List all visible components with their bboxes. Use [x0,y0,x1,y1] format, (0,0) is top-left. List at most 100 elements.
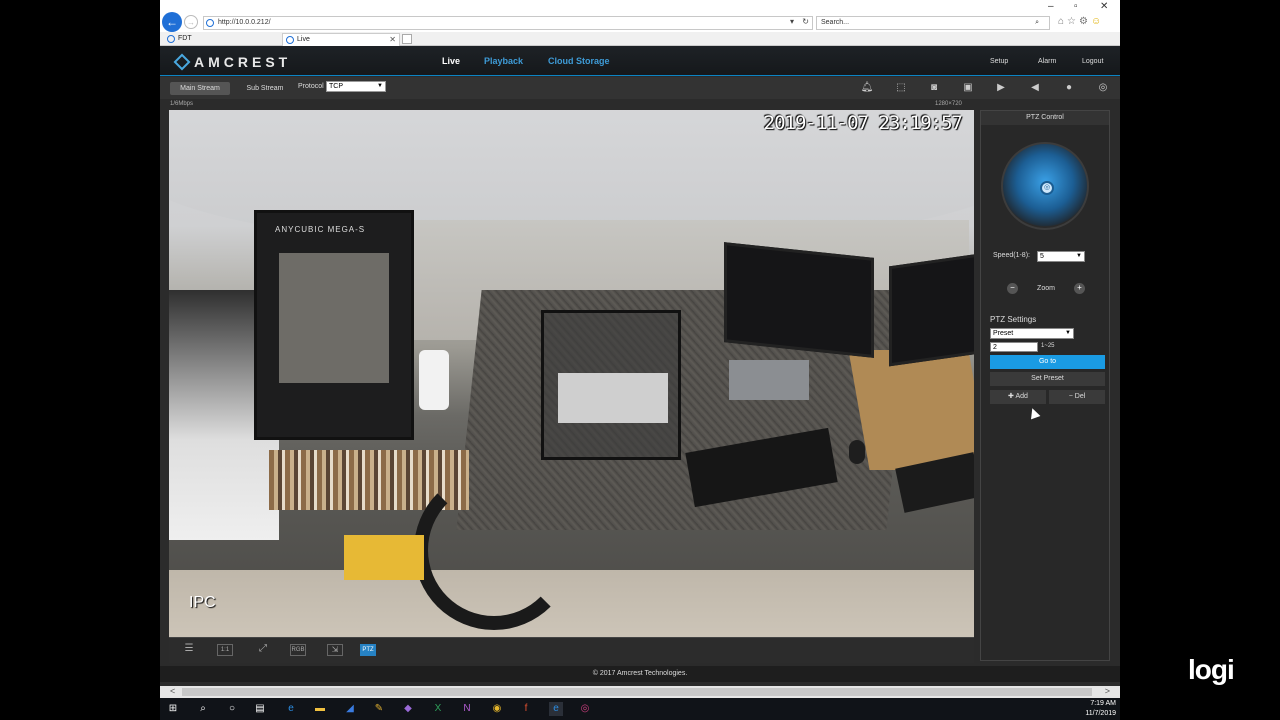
speaker-mute-icon[interactable]: ◀ [1028,82,1042,94]
printer-brand-text: ANYCUBIC MEGA-S [275,225,366,234]
windows-taskbar: ⊞ ⌕ ○ ▤ e ▬ ◢ ✎ ◆ X N ◉ f e ◎ 7:19 AM 11… [160,698,1120,720]
task-view-icon[interactable]: ▤ [253,702,267,716]
alarm-bell-icon[interactable]: 🔔︎ [860,82,874,94]
add-preset-button[interactable]: ✚ Add [990,390,1046,404]
amcrest-app: AMCREST Live Playback Cloud Storage Setu… [160,46,1120,686]
preset-value: Preset [993,330,1014,337]
close-tab-icon[interactable]: ✕ [389,34,396,46]
cortana-icon[interactable]: ○ [225,702,239,716]
back-button[interactable]: ← [162,12,182,32]
dropdown-icon[interactable]: ▾ [790,17,794,26]
new-tab-button[interactable] [402,34,412,44]
chevron-down-icon: ▼ [1076,253,1082,259]
windows-start-icon[interactable]: ⊞ [166,702,180,716]
nav-setup[interactable]: Setup [990,58,1008,65]
favorites-bar-item-fdt[interactable]: FDT [164,33,274,46]
adjust-sliders-icon[interactable]: ☰ [181,644,197,656]
app-icon-blue[interactable]: ◢ [343,702,357,716]
visual-studio-icon[interactable]: ◆ [401,702,415,716]
live-video-feed[interactable]: ANYCUBIC MEGA-S 2019-11-07 23:19:57 IPC [169,110,974,637]
smiley-icon[interactable]: ☺ [1091,16,1104,27]
zoom-in-button[interactable]: + [1074,283,1085,294]
tab-label: Live [297,36,310,43]
speed-label: Speed(1-8): [993,252,1030,259]
app-icon-red[interactable]: f [519,702,533,716]
video-controls-bar: ☰ 1:1 ⤢ RGB ⇲ PTZ [169,637,974,663]
nav-cloud-storage[interactable]: Cloud Storage [548,56,610,66]
favorites-star-icon[interactable]: ☆ [1067,16,1079,27]
record-video-icon[interactable]: ▶ [994,82,1008,94]
minimize-button[interactable]: – [1048,1,1054,12]
zoom-region-icon[interactable]: ⇲ [327,644,343,656]
cnc-bed [558,373,668,423]
resolution-readout: 1280×720 [935,101,962,107]
url-field[interactable]: http://10.0.0.212/ [203,16,813,30]
fullscreen-icon[interactable]: ⤢ [255,644,271,656]
tools-icon[interactable]: ✎ [372,702,386,716]
search-input[interactable]: Search... ⌕ [816,16,1050,30]
sub-stream-button[interactable]: Sub Stream [238,82,292,95]
onenote-icon[interactable]: N [460,702,474,716]
settings-gear-icon[interactable]: ⚙ [1079,16,1091,27]
url-text: http://10.0.0.212/ [218,19,271,26]
speed-value: 5 [1040,253,1044,260]
printer-frame [279,253,389,383]
search-icon[interactable]: ⌕ [1035,17,1039,29]
ratio-1-1-button[interactable]: 1:1 [217,644,233,656]
protocol-select[interactable]: TCP ▼ [326,81,386,92]
image-icon[interactable]: ▣ [961,82,975,94]
app-footer: © 2017 Amcrest Technologies. [160,666,1120,682]
ptz-center-icon[interactable]: ◎ [1040,181,1054,195]
desktop: – ▫ ✕ ← → http://10.0.0.212/ ▾ ↻ Search.… [0,0,1280,720]
ptz-joystick[interactable]: ◎ [1001,142,1089,230]
excel-icon[interactable]: X [431,702,445,716]
goto-button[interactable]: Go to [990,355,1105,369]
logo-text: AMCREST [194,54,292,70]
main-stream-button[interactable]: Main Stream [170,82,230,95]
app-icon-pink[interactable]: ◎ [578,702,592,716]
nav-alarm[interactable]: Alarm [1038,58,1056,65]
preset-select[interactable]: Preset ▼ [990,328,1074,339]
browser-window: – ▫ ✕ ← → http://10.0.0.212/ ▾ ↻ Search.… [160,0,1120,698]
nav-playback[interactable]: Playback [484,56,523,66]
file-explorer-icon[interactable]: ▬ [313,702,327,716]
rgb-button[interactable]: RGB [290,644,306,656]
zoom-out-button[interactable]: − [1007,283,1018,294]
horizontal-scrollbar[interactable]: < > [160,686,1120,698]
preset-number-input[interactable]: 2 [990,342,1038,352]
scroll-right-icon[interactable]: > [1105,686,1110,696]
speed-select[interactable]: 5 ▼ [1037,251,1085,262]
video-yellow-drawers [344,535,424,580]
home-icon[interactable]: ⌂ [1058,16,1067,27]
protocol-label: Protocol [298,83,324,90]
scroll-left-icon[interactable]: < [170,686,175,696]
browser-toolbar-icons: ⌂☆⚙☺ [1058,16,1104,27]
search-placeholder: Search... [821,19,850,26]
refresh-icon[interactable]: ↻ [802,17,809,26]
edge-icon[interactable]: e [284,702,298,716]
tab-live[interactable]: Live ✕ [282,33,400,46]
clock-time: 7:19 AM [1090,700,1116,707]
forward-button[interactable]: → [184,15,198,29]
favicon-icon [286,36,294,44]
snapshot-camera-icon[interactable]: ◙ [927,82,941,94]
maximize-button[interactable]: ▫ [1074,1,1078,12]
chevron-down-icon: ▼ [1065,330,1071,336]
taskbar-clock[interactable]: 7:19 AM 11/7/2019 [1085,699,1116,719]
chrome-icon[interactable]: ◉ [490,702,504,716]
set-preset-button[interactable]: Set Preset [990,372,1105,386]
search-icon[interactable]: ⌕ [196,702,210,716]
ptz-toggle-button[interactable]: PTZ [360,644,376,656]
address-bar: ← → http://10.0.0.212/ ▾ ↻ Search... ⌕ ⌂… [160,12,1120,32]
ie-icon[interactable]: e [549,702,563,716]
close-window-button[interactable]: ✕ [1100,1,1108,12]
osd-timestamp: 2019-11-07 23:19:57 [763,112,963,134]
nav-live[interactable]: Live [442,56,460,66]
microphone-icon[interactable]: ● [1062,82,1076,94]
scroll-thumb[interactable] [182,688,1092,696]
nav-logout[interactable]: Logout [1082,58,1103,65]
settings-target-icon[interactable]: ◎ [1096,82,1110,94]
delete-preset-button[interactable]: − Del [1049,390,1105,404]
region-select-icon[interactable]: ⬚ [894,82,908,94]
video-monitor-stand [729,360,809,400]
